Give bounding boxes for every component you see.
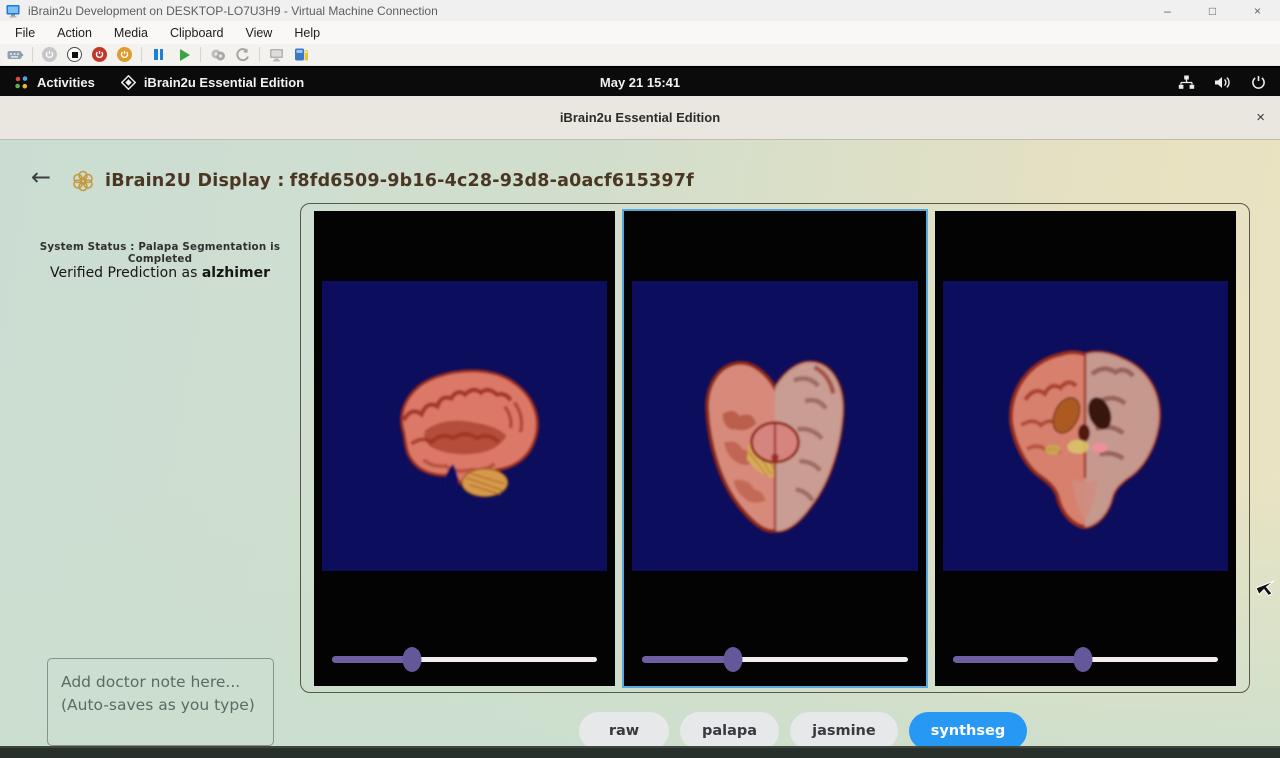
pause-button[interactable] bbox=[147, 45, 170, 65]
doctor-note-placeholder-line1: Add doctor note here... bbox=[61, 671, 265, 694]
gnome-top-bar: Activities iBrain2u Essential Edition Ma… bbox=[0, 68, 1280, 96]
doctor-note-input[interactable]: Add doctor note here... (Auto-saves as y… bbox=[47, 658, 274, 746]
mode-button-row: raw palapa jasmine synthseg bbox=[579, 712, 1027, 750]
app-content: ← iBrain2U Display :f8fd6509-9b16-4c28-9… bbox=[0, 140, 1280, 746]
coronal-image-area bbox=[943, 281, 1228, 571]
power-icon bbox=[92, 47, 107, 62]
menu-view[interactable]: View bbox=[234, 26, 283, 40]
revert-arrow-icon bbox=[235, 48, 250, 62]
play-icon bbox=[180, 49, 190, 61]
app-title: iBrain2u Essential Edition bbox=[560, 110, 720, 125]
prediction-text: Verified Prediction as alzhimer bbox=[28, 265, 292, 281]
prediction-value: alzhimer bbox=[202, 265, 270, 281]
revert-button[interactable] bbox=[231, 45, 254, 65]
page-title-label: iBrain2U Display : bbox=[105, 171, 285, 191]
app-close-button[interactable]: × bbox=[1256, 108, 1265, 128]
window-title: iBrain2u Development on DESKTOP-LO7U3H9 … bbox=[28, 4, 438, 18]
shutdown-button[interactable] bbox=[88, 45, 111, 65]
menu-help[interactable]: Help bbox=[283, 26, 331, 40]
scan-viewer bbox=[300, 203, 1250, 693]
focused-app-label: iBrain2u Essential Edition bbox=[144, 75, 304, 90]
checkpoint-icon bbox=[210, 48, 226, 62]
mode-button-raw[interactable]: raw bbox=[579, 712, 669, 750]
vm-toolbar bbox=[0, 44, 1280, 66]
clock[interactable]: May 21 15:41 bbox=[600, 75, 680, 90]
menu-media[interactable]: Media bbox=[103, 26, 159, 40]
menu-action[interactable]: Action bbox=[46, 26, 103, 40]
activities-button[interactable]: Activities bbox=[14, 75, 95, 90]
power-icon bbox=[42, 47, 57, 62]
app-titlebar: iBrain2u Essential Edition × bbox=[0, 96, 1280, 140]
ctrl-alt-del-button[interactable] bbox=[4, 45, 27, 65]
save-state-button[interactable] bbox=[113, 45, 136, 65]
start-vm-button[interactable] bbox=[38, 45, 61, 65]
mode-button-palapa[interactable]: palapa bbox=[680, 712, 779, 750]
turn-off-button[interactable] bbox=[63, 45, 86, 65]
activities-icon bbox=[14, 75, 29, 90]
pause-icon bbox=[154, 49, 163, 60]
scan-id: f8fd6509-9b16-4c28-93d8-a0acf615397f bbox=[290, 171, 694, 191]
focused-app-indicator[interactable]: iBrain2u Essential Edition bbox=[121, 75, 304, 90]
minimize-button[interactable]: – bbox=[1145, 0, 1190, 21]
basic-session-button[interactable] bbox=[265, 45, 288, 65]
desktop-edge-strip bbox=[0, 746, 1280, 758]
slider-fill bbox=[953, 656, 1083, 663]
brain-sagittal-image bbox=[366, 347, 564, 515]
brand-brain-logo-icon bbox=[71, 169, 95, 193]
brain-axial-image bbox=[681, 339, 869, 555]
sagittal-image-area bbox=[322, 281, 607, 571]
resume-button[interactable] bbox=[172, 45, 195, 65]
activities-label: Activities bbox=[37, 75, 95, 90]
doctor-note-placeholder-line2: (Auto-saves as you type) bbox=[61, 694, 265, 717]
close-button[interactable]: × bbox=[1235, 0, 1280, 21]
maximize-button[interactable]: □ bbox=[1190, 0, 1235, 21]
toolbar-separator bbox=[200, 47, 201, 62]
slider-thumb[interactable] bbox=[1073, 647, 1092, 672]
toolbar-separator bbox=[259, 47, 260, 62]
slider-fill bbox=[642, 656, 732, 663]
sagittal-view-panel[interactable] bbox=[314, 211, 615, 686]
coronal-view-panel[interactable] bbox=[935, 211, 1236, 686]
app-diamond-icon bbox=[121, 75, 136, 90]
slice-slider[interactable] bbox=[953, 646, 1218, 672]
toolbar-separator bbox=[32, 47, 33, 62]
axial-view-panel[interactable] bbox=[624, 211, 925, 686]
toolbar-separator bbox=[141, 47, 142, 62]
slider-thumb[interactable] bbox=[723, 647, 742, 672]
slider-thumb[interactable] bbox=[402, 647, 421, 672]
axial-image-area bbox=[632, 281, 917, 571]
vm-display: Activities iBrain2u Essential Edition Ma… bbox=[0, 66, 1280, 758]
slice-slider[interactable] bbox=[642, 646, 907, 672]
keyboard-icon bbox=[7, 49, 24, 61]
monitor-icon bbox=[269, 48, 285, 62]
brain-coronal-image bbox=[982, 331, 1188, 537]
mode-button-jasmine[interactable]: jasmine bbox=[790, 712, 898, 750]
power-icon bbox=[117, 47, 132, 62]
slice-slider[interactable] bbox=[332, 646, 597, 672]
mouse-cursor bbox=[1256, 576, 1276, 598]
system-status-text: System Status : Palapa Segmentation is C… bbox=[28, 241, 292, 265]
window-titlebar: iBrain2u Development on DESKTOP-LO7U3H9 … bbox=[0, 0, 1280, 21]
mode-button-synthseg[interactable]: synthseg bbox=[909, 712, 1028, 750]
back-button[interactable]: ← bbox=[31, 163, 51, 191]
menu-bar: File Action Media Clipboard View Help bbox=[0, 21, 1280, 44]
vm-connection-window: iBrain2u Development on DESKTOP-LO7U3H9 … bbox=[0, 0, 1280, 758]
power-icon[interactable] bbox=[1251, 75, 1266, 90]
menu-file[interactable]: File bbox=[4, 26, 46, 40]
page-title: iBrain2U Display :f8fd6509-9b16-4c28-93d… bbox=[105, 171, 694, 191]
volume-icon[interactable] bbox=[1214, 75, 1232, 90]
slider-fill bbox=[332, 656, 412, 663]
checkpoint-button[interactable] bbox=[206, 45, 229, 65]
stop-icon bbox=[67, 47, 82, 62]
network-icon[interactable] bbox=[1178, 75, 1195, 90]
enhanced-session-button[interactable] bbox=[290, 45, 313, 65]
hyperv-app-icon bbox=[6, 4, 22, 18]
enhanced-session-icon bbox=[294, 47, 309, 62]
menu-clipboard[interactable]: Clipboard bbox=[159, 26, 235, 40]
